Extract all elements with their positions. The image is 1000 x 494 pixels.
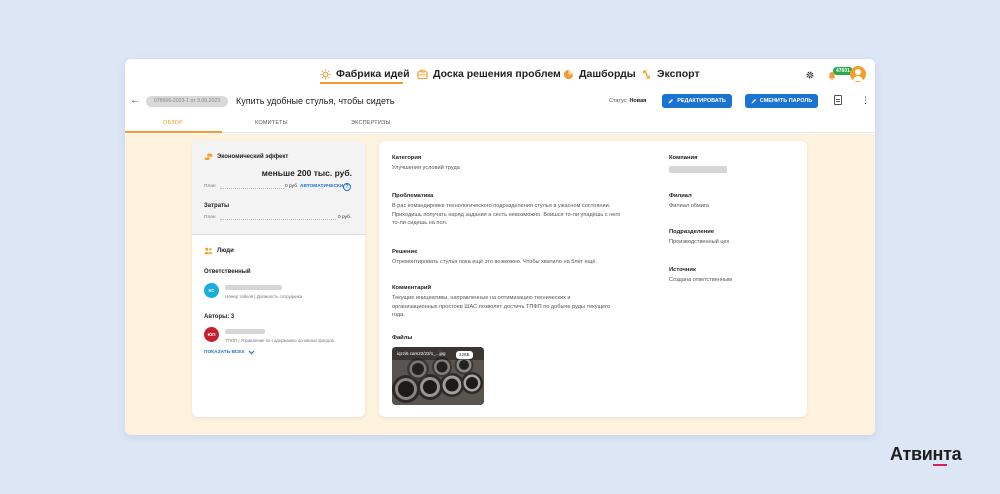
redacted-name [225, 285, 282, 290]
status-value: Новая [629, 98, 647, 104]
pencil-icon [751, 99, 756, 104]
source-value: Создана ответственным [669, 277, 732, 283]
branch-value: Филиал обмига [669, 203, 709, 209]
tab-active-indicator [125, 131, 222, 133]
back-arrow-icon[interactable]: ← [130, 95, 140, 106]
responsible-subtitle: Номер табеля | Должность сотрудника [225, 294, 303, 299]
lightbulb-icon [320, 68, 331, 80]
source-label: Источник [669, 267, 696, 273]
author-subtitle: ТПОП | Управление по содержанию основных… [225, 338, 334, 343]
responsible-avatar[interactable]: КС [204, 283, 219, 298]
economic-heading: Экономический эффект [204, 153, 288, 161]
nav-item-label: Экспорт [657, 68, 700, 80]
people-title: Люди [217, 248, 234, 254]
solution-label: Решение [392, 249, 418, 255]
document-icon[interactable] [834, 95, 842, 105]
edit-button[interactable]: РЕДАКТИРОВАТЬ [662, 94, 732, 108]
division-value: Производственный цех [669, 239, 730, 245]
redacted-company [669, 166, 727, 173]
redacted-name [225, 329, 265, 334]
dotted-leader [220, 219, 336, 220]
chevron-down-icon [248, 350, 255, 355]
comment-value: Текущие инициативы, направленные на опти… [392, 295, 611, 319]
status-indicator: Статус: Новая [609, 98, 646, 104]
tab-expertise[interactable]: ЭКСПЕРТИЗЫ [351, 120, 391, 126]
content-area: Экономический эффект меньше 200 тыс. руб… [125, 134, 875, 435]
nav-item-label: Доска решения проблем [433, 68, 561, 80]
auto-link[interactable]: АВТОМАТИЧЕСКИ [300, 184, 343, 189]
costs-plan-label: План [204, 215, 216, 220]
coins-icon [204, 153, 213, 161]
change-password-label: СМЕНИТЬ ПАРОЛЬ [759, 98, 813, 104]
people-icon [204, 247, 213, 255]
costs-plan-value: 0 руб. [338, 215, 352, 220]
nav-active-indicator [320, 82, 403, 84]
problem-label: Проблематика [392, 193, 434, 199]
tab-committees[interactable]: КОМИТЕТЫ [255, 120, 288, 126]
top-navigation: Фабрика идей Доска решения проблем Дашбо… [125, 59, 875, 89]
brand-logo: Атвинта [890, 444, 962, 464]
category-label: Категория [392, 155, 422, 161]
division-label: Подразделение [669, 229, 715, 235]
export-icon [643, 69, 650, 79]
help-icon[interactable]: ? [343, 183, 351, 191]
authors-label: Авторы: 3 [204, 314, 235, 320]
nav-item-dashboards[interactable]: Дашборды [563, 68, 636, 80]
costs-title: Затраты [204, 203, 230, 209]
economic-value: меньше 200 тыс. руб. [261, 168, 352, 178]
details-card: Категория Улучшения условий труда Пробле… [379, 141, 807, 417]
comment-label: Комментарий [392, 285, 432, 291]
economic-title: Экономический эффект [217, 154, 289, 160]
status-label: Статус: [609, 98, 628, 104]
dotted-leader [220, 188, 284, 189]
user-avatar[interactable] [850, 66, 866, 82]
summary-card: Экономический эффект меньше 200 тыс. руб… [192, 141, 365, 417]
idea-header: ← 078666-2023-1 от 3.05.2023 Купить удоб… [125, 89, 875, 113]
nav-item-label: Дашборды [579, 68, 636, 80]
pencil-icon [668, 99, 674, 104]
branch-label: Филиал [669, 193, 692, 199]
show-all-link[interactable]: ПОКАЗАТЬ ВСЕХ [204, 350, 255, 355]
briefcase-icon [417, 69, 428, 79]
file-size-badge: 22КБ [456, 351, 473, 359]
app-window: Фабрика идей Доска решения проблем Дашбо… [125, 59, 875, 435]
gear-icon[interactable] [805, 70, 815, 80]
change-password-button[interactable]: СМЕНИТЬ ПАРОЛЬ [745, 94, 818, 108]
economic-section: Экономический эффект меньше 200 тыс. руб… [192, 141, 365, 235]
category-value: Улучшения условий труда [392, 165, 460, 171]
tab-overview[interactable]: ОБЗОР [163, 120, 183, 126]
files-label: Файлы [392, 335, 413, 341]
file-name: iqzzi6 cam22/23/1_...jpg [397, 351, 446, 356]
nav-item-problem-board[interactable]: Доска решения проблем [417, 68, 561, 80]
idea-id-badge: 078666-2023-1 от 3.05.2023 [146, 96, 228, 107]
nav-item-idea-factory[interactable]: Фабрика идей [320, 68, 410, 80]
nav-item-label: Фабрика идей [336, 68, 410, 80]
nav-item-export[interactable]: Экспорт [641, 68, 700, 80]
file-thumbnail[interactable]: iqzzi6 cam22/23/1_...jpg 22КБ [392, 347, 484, 405]
plan-label: План [204, 184, 216, 189]
pie-chart-icon [563, 69, 574, 79]
company-label: Компания [669, 155, 698, 161]
show-all-label: ПОКАЗАТЬ ВСЕХ [204, 350, 245, 355]
tab-bar: ОБЗОР КОМИТЕТЫ ЭКСПЕРТИЗЫ [125, 114, 875, 133]
logo-accent-bar [933, 464, 947, 466]
more-vertical-icon[interactable]: ⋮ [861, 96, 870, 105]
author-avatar[interactable]: ЮП [204, 327, 219, 342]
solution-value: Отремонтировать стулья пока ещё это возм… [392, 259, 598, 265]
edit-button-label: РЕДАКТИРОВАТЬ [677, 98, 726, 104]
page-title: Купить удобные стулья, чтобы сидеть [236, 96, 395, 106]
plan-value: 0 руб. [285, 184, 299, 189]
problem-value: В рас командировке технологического подр… [392, 203, 621, 227]
responsible-label: Ответственный [204, 269, 251, 275]
people-heading: Люди [204, 247, 234, 255]
